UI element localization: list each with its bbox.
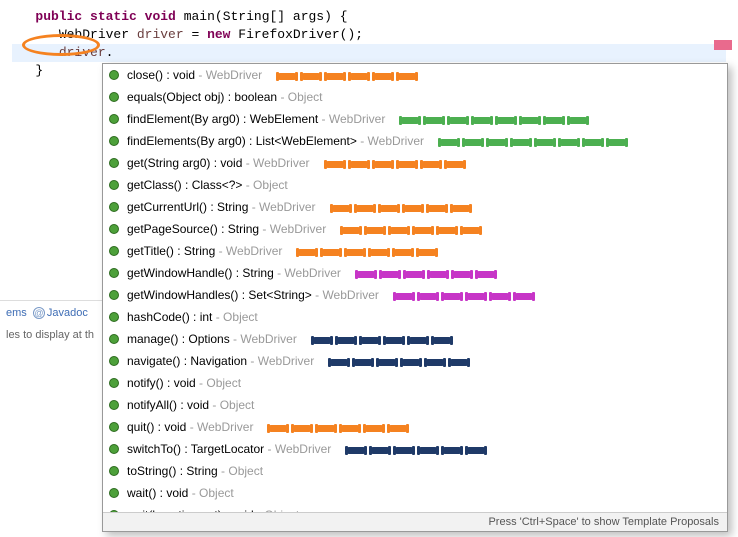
panel-message: les to display at th [6, 329, 114, 341]
suggestion-item[interactable]: quit() : void - WebDriver [103, 416, 727, 438]
annotation-dashes [347, 447, 485, 454]
method-icon [109, 268, 119, 278]
method-icon [109, 378, 119, 388]
suggestion-label: notifyAll() : void - Object [127, 398, 254, 412]
method-icon [109, 246, 119, 256]
method-icon [109, 312, 119, 322]
error-marker [714, 40, 732, 50]
suggestion-label: getClass() : Class<?> - Object [127, 178, 288, 192]
suggestion-item[interactable]: getPageSource() : String - WebDriver [103, 218, 727, 240]
autocomplete-popup: close() : void - WebDriver equals(Object … [102, 63, 728, 532]
suggestion-label: manage() : Options - WebDriver [127, 332, 297, 346]
annotation-dashes [278, 73, 416, 80]
suggestion-label: notify() : void - Object [127, 376, 241, 390]
method-icon [109, 224, 119, 234]
suggestion-label: getPageSource() : String - WebDriver [127, 222, 326, 236]
method-icon [109, 114, 119, 124]
suggestion-item[interactable]: equals(Object obj) : boolean - Object [103, 86, 727, 108]
method-icon [109, 334, 119, 344]
javadoc-icon: @ [33, 307, 45, 319]
suggestion-label: findElement(By arg0) : WebElement - WebD… [127, 112, 385, 126]
annotation-dashes [298, 249, 436, 256]
suggestion-item[interactable]: toString() : String - Object [103, 460, 727, 482]
method-icon [109, 180, 119, 190]
method-icon [109, 136, 119, 146]
method-icon [109, 356, 119, 366]
suggestion-item[interactable]: notifyAll() : void - Object [103, 394, 727, 416]
suggestion-label: getWindowHandle() : String - WebDriver [127, 266, 341, 280]
suggestion-item[interactable]: get(String arg0) : void - WebDriver [103, 152, 727, 174]
tab-javadoc[interactable]: Javadoc [47, 307, 88, 319]
suggestion-item[interactable]: wait(long timeout) : void - Object [103, 504, 727, 512]
annotation-dashes [332, 205, 470, 212]
suggestion-item[interactable]: getTitle() : String - WebDriver [103, 240, 727, 262]
suggestion-item[interactable]: getWindowHandles() : Set<String> - WebDr… [103, 284, 727, 306]
suggestion-list[interactable]: close() : void - WebDriver equals(Object … [103, 64, 727, 512]
suggestion-item[interactable]: wait() : void - Object [103, 482, 727, 504]
suggestion-label: equals(Object obj) : boolean - Object [127, 90, 322, 104]
method-icon [109, 290, 119, 300]
suggestion-item[interactable]: close() : void - WebDriver [103, 64, 727, 86]
suggestion-label: wait() : void - Object [127, 486, 234, 500]
suggestion-item[interactable]: hashCode() : int - Object [103, 306, 727, 328]
suggestion-label: getCurrentUrl() : String - WebDriver [127, 200, 316, 214]
annotation-dashes [395, 293, 533, 300]
annotation-dashes [401, 117, 587, 124]
method-icon [109, 466, 119, 476]
code-line-2: WebDriver driver = new FirefoxDriver(); [12, 26, 726, 44]
method-icon [109, 158, 119, 168]
suggestion-label: hashCode() : int - Object [127, 310, 258, 324]
suggestion-item[interactable]: getWindowHandle() : String - WebDriver [103, 262, 727, 284]
suggestion-label: findElements(By arg0) : List<WebElement>… [127, 134, 424, 148]
suggestion-item[interactable]: manage() : Options - WebDriver [103, 328, 727, 350]
method-icon [109, 444, 119, 454]
suggestion-item[interactable]: getClass() : Class<?> - Object [103, 174, 727, 196]
method-icon [109, 510, 119, 512]
suggestion-label: switchTo() : TargetLocator - WebDriver [127, 442, 331, 456]
method-icon [109, 422, 119, 432]
method-icon [109, 400, 119, 410]
suggestion-item[interactable]: findElement(By arg0) : WebElement - WebD… [103, 108, 727, 130]
suggestion-item[interactable]: navigate() : Navigation - WebDriver [103, 350, 727, 372]
suggestion-label: navigate() : Navigation - WebDriver [127, 354, 314, 368]
suggestion-item[interactable]: findElements(By arg0) : List<WebElement>… [103, 130, 727, 152]
annotation-dashes [357, 271, 495, 278]
annotation-dashes [440, 139, 626, 146]
suggestion-item[interactable]: notify() : void - Object [103, 372, 727, 394]
method-icon [109, 202, 119, 212]
annotation-dashes [330, 359, 468, 366]
annotation-dashes [313, 337, 451, 344]
method-icon [109, 488, 119, 498]
tab-problems[interactable]: ems [6, 307, 27, 319]
suggestion-label: quit() : void - WebDriver [127, 420, 253, 434]
suggestion-label: close() : void - WebDriver [127, 68, 262, 82]
suggestion-item[interactable]: switchTo() : TargetLocator - WebDriver [103, 438, 727, 460]
suggestion-label: toString() : String - Object [127, 464, 263, 478]
code-line-1: public static void main(String[] args) { [12, 8, 726, 26]
suggestion-label: getTitle() : String - WebDriver [127, 244, 282, 258]
annotation-dashes [269, 425, 407, 432]
suggestion-label: getWindowHandles() : Set<String> - WebDr… [127, 288, 379, 302]
method-icon [109, 70, 119, 80]
popup-footer: Press 'Ctrl+Space' to show Template Prop… [103, 512, 727, 531]
code-line-3: driver. [12, 44, 726, 62]
annotation-dashes [326, 161, 464, 168]
method-icon [109, 92, 119, 102]
suggestion-item[interactable]: getCurrentUrl() : String - WebDriver [103, 196, 727, 218]
annotation-dashes [342, 227, 480, 234]
suggestion-label: get(String arg0) : void - WebDriver [127, 156, 310, 170]
suggestion-label: wait(long timeout) : void - Object [127, 508, 299, 512]
